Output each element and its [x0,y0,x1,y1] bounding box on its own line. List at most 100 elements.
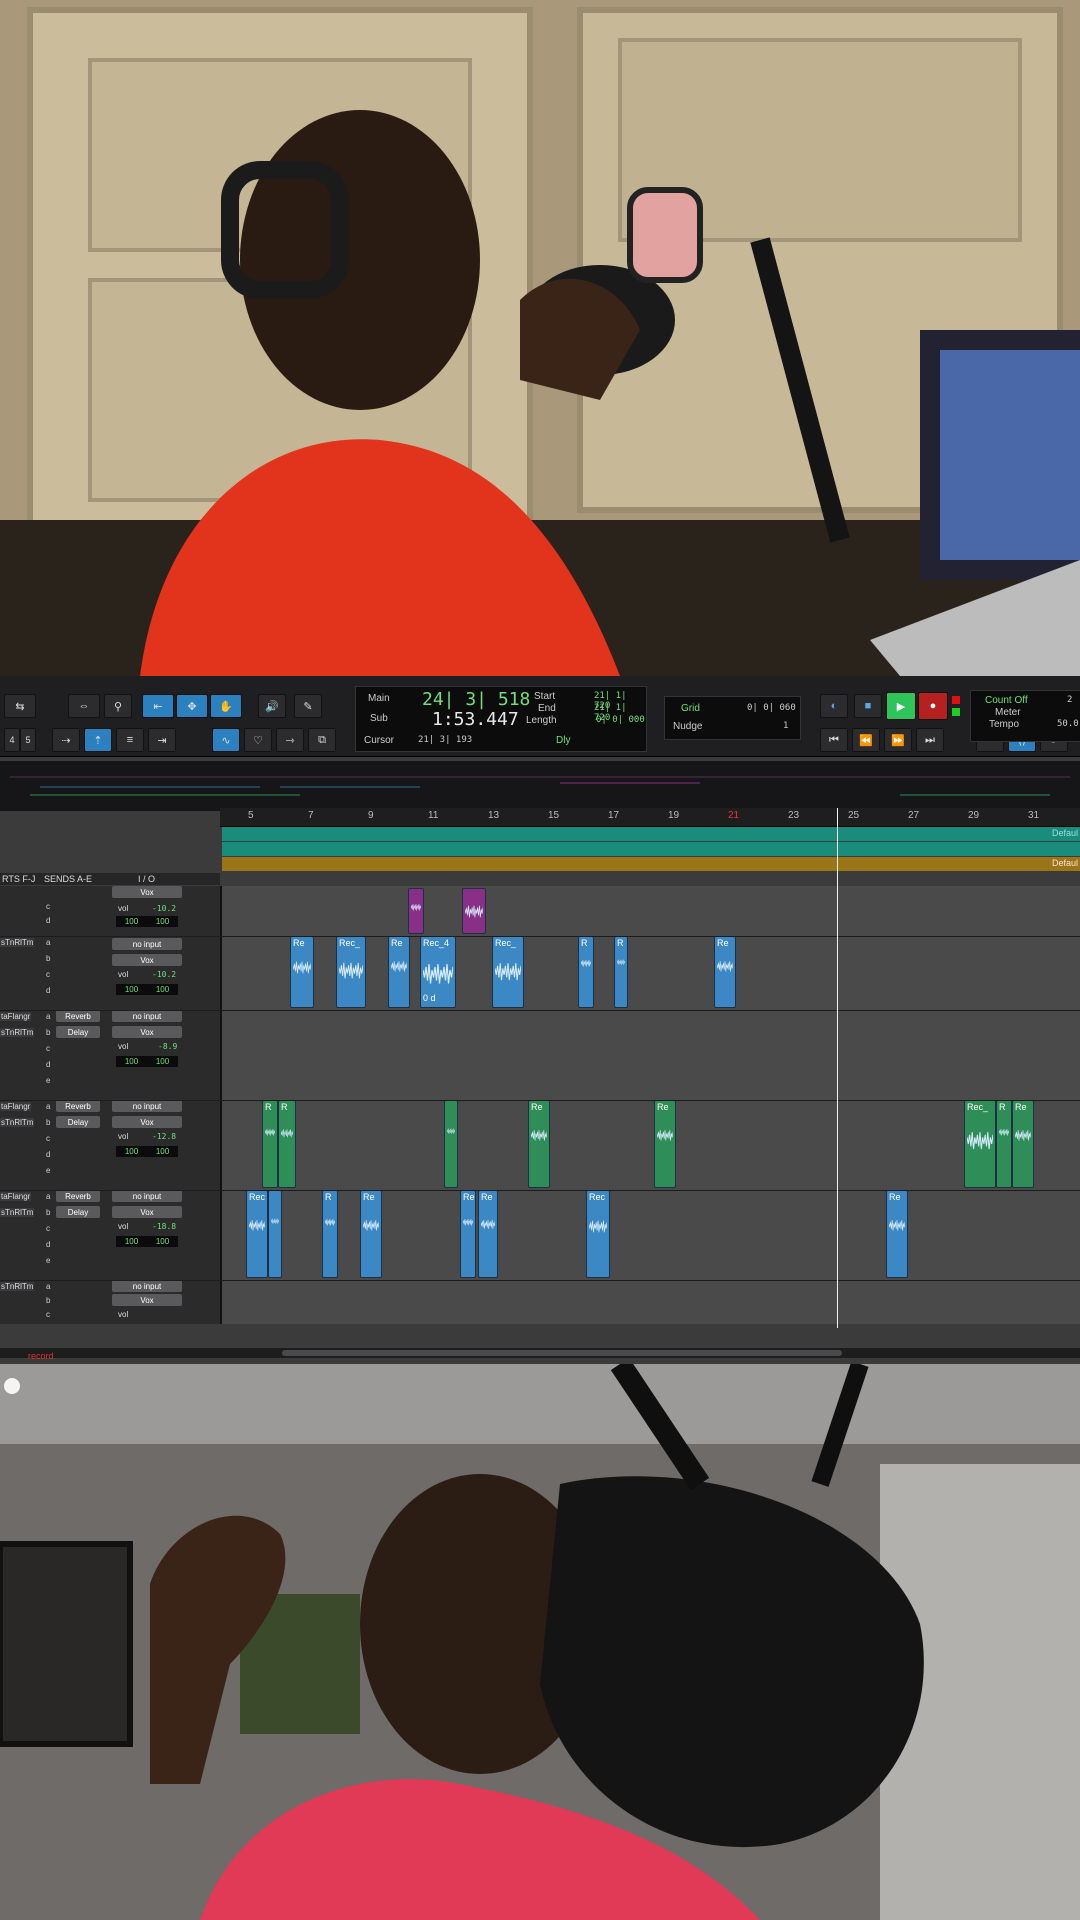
track4-send-b[interactable]: Delay [56,1116,100,1128]
audio-clip[interactable]: Rec_ [336,936,366,1008]
track5-insert-2[interactable]: sTnRlTm [0,1208,35,1217]
track3-insert-2[interactable]: sTnRlTm [0,1028,35,1037]
mode-selector-button[interactable]: ⇆ [4,694,36,718]
track5-output[interactable]: Vox [112,1206,182,1218]
audio-clip[interactable]: Rec [246,1190,268,1278]
trim-tool-icon[interactable]: ⇤ [142,694,174,718]
bars-beats-ruler[interactable]: 5 7 9 11 13 15 17 19 21 23 25 27 29 31 [220,808,1080,827]
grid-value[interactable]: 0| 0| 060 [747,703,796,713]
return-to-zero-button[interactable]: ⏮ [820,728,848,752]
track4-insert-1[interactable]: taFlangr [0,1102,32,1111]
track6-input[interactable]: no input [112,1280,182,1292]
track5-insert-1[interactable]: taFlangr [0,1192,32,1201]
track3-send-a[interactable]: Reverb [56,1010,100,1022]
meter-value[interactable]: 2 [1067,695,1072,705]
playhead-cursor[interactable] [837,808,838,1328]
audio-clip[interactable]: R [262,1100,278,1188]
track2-volume[interactable]: -10.2 [152,970,176,979]
zoom-toggle-button[interactable]: ⇔ [68,694,100,718]
track1-pan[interactable]: 100 100 [116,916,178,927]
spot-mode-icon[interactable]: ≡ [116,728,144,752]
track2-output[interactable]: Vox [112,954,182,966]
track3-input[interactable]: no input [112,1010,182,1022]
fast-forward-button[interactable]: ⏩ [884,728,912,752]
track5-volume[interactable]: -18.8 [152,1222,176,1231]
track6-insert[interactable]: sTnRlTm [0,1282,35,1291]
count-off-label[interactable]: Count Off [985,695,1028,706]
track6-output[interactable]: Vox [112,1294,182,1306]
audio-clip[interactable]: R [614,936,628,1008]
audio-clip[interactable]: Re [460,1190,476,1278]
horizontal-scrollbar[interactable] [0,1348,1080,1358]
meter-ruler-lane[interactable] [222,842,1080,856]
go-to-end-button[interactable]: ⏭ [916,728,944,752]
audio-clip[interactable]: R [278,1100,296,1188]
audio-clip[interactable]: Re [714,936,736,1008]
universe-overview[interactable] [0,761,1080,811]
track5-send-b[interactable]: Delay [56,1206,100,1218]
audio-clip[interactable]: Re [478,1190,498,1278]
track3-insert-1[interactable]: taFlangr [0,1012,32,1021]
track-playlist-area[interactable]: Re Rec_ Re Rec_4 0 d Rec_ R R Re R R Re R… [222,886,1080,1324]
tempo-ruler-lane[interactable]: Defaul [222,827,1080,841]
track4-volume[interactable]: -12.8 [152,1132,176,1141]
key-ruler-lane[interactable]: Defaul [222,857,1080,871]
track5-send-a[interactable]: Reverb [56,1190,100,1202]
track4-input[interactable]: no input [112,1100,182,1112]
online-icon[interactable]: ◐ [820,694,848,718]
track4-pan[interactable]: 100 100 [116,1146,178,1157]
record-button[interactable]: ● [918,692,948,720]
zoom-tool-icon[interactable]: ⚲ [104,694,132,718]
zoom-preset-5[interactable]: 5 [20,728,36,752]
audio-clip[interactable] [444,1100,458,1188]
audio-clip[interactable]: Rec [586,1190,610,1278]
track4-insert-2[interactable]: sTnRlTm [0,1118,35,1127]
audio-clip[interactable] [462,888,486,934]
audio-clip[interactable]: Re [290,936,314,1008]
track2-input[interactable]: no input [112,938,182,950]
track3-send-b[interactable]: Delay [56,1026,100,1038]
audio-clip[interactable]: Re [886,1190,908,1278]
audio-clip[interactable]: Re [388,936,410,1008]
mirror-midi-icon[interactable]: ⇾ [276,728,304,752]
track1-volume[interactable]: -10.2 [152,904,176,913]
track5-pan[interactable]: 100 100 [116,1236,178,1247]
link-track-icon[interactable]: ♡ [244,728,272,752]
rewind-button[interactable]: ⏪ [852,728,880,752]
stop-button[interactable]: ■ [854,694,882,718]
audio-clip[interactable] [408,888,424,934]
grid-label[interactable]: Grid [681,703,700,714]
track2-insert[interactable]: sTnRlTm [0,938,35,947]
insertion-follows-icon[interactable]: ⧉ [308,728,336,752]
nudge-label[interactable]: Nudge [673,721,702,732]
track3-pan[interactable]: 100 100 [116,1056,178,1067]
tempo-value[interactable]: 50.0 [1057,719,1079,729]
sub-counter-value[interactable]: 1:53.447 [432,709,519,730]
audio-clip[interactable]: Rec_ [964,1100,996,1188]
audio-clip[interactable]: Re [654,1100,676,1188]
link-timeline-icon[interactable]: ∿ [212,728,240,752]
track4-output[interactable]: Vox [112,1116,182,1128]
main-counter-value[interactable]: 24| 3| 518 [422,689,530,710]
audio-clip[interactable]: Re [1012,1100,1034,1188]
grid-mode-icon[interactable]: ⇥ [148,728,176,752]
audio-clip[interactable]: R [322,1190,338,1278]
pencil-tool-icon[interactable]: ✎ [294,694,322,718]
audio-clip[interactable]: Rec_ [492,936,524,1008]
grabber-tool-icon[interactable]: ✋ [210,694,242,718]
track3-output[interactable]: Vox [112,1026,182,1038]
length-value[interactable]: 0| 0| 000 [596,715,645,725]
track1-output[interactable]: Vox [112,886,182,898]
selector-tool-icon[interactable]: ✥ [176,694,208,718]
audio-clip[interactable]: Re [360,1190,382,1278]
track5-input[interactable]: no input [112,1190,182,1202]
track4-send-a[interactable]: Reverb [56,1100,100,1112]
audio-clip[interactable] [268,1190,282,1278]
audio-clip[interactable]: R [996,1100,1012,1188]
audio-clip[interactable]: R [578,936,594,1008]
track3-volume[interactable]: -8.9 [158,1042,177,1051]
shuffle-mode-icon[interactable]: ⇢ [52,728,80,752]
audio-clip[interactable]: Re [528,1100,550,1188]
play-button[interactable]: ▶ [886,692,916,720]
nudge-value[interactable]: 1 [783,721,788,731]
